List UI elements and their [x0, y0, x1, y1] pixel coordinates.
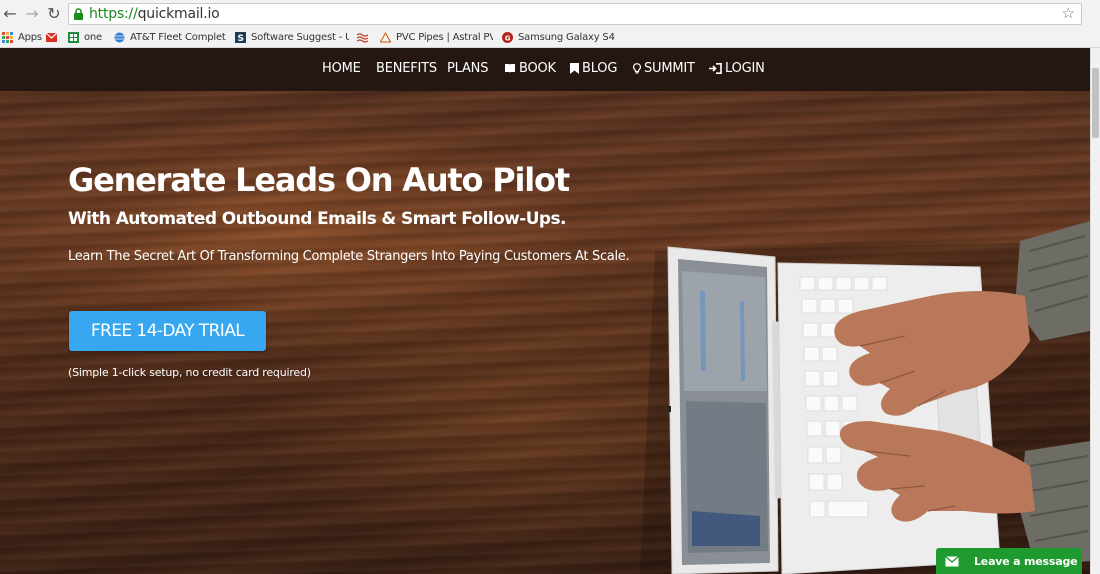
login-icon [709, 63, 722, 74]
address-bar[interactable]: https://quickmail.io ☆ [68, 3, 1082, 25]
apps-grid-icon [2, 32, 13, 43]
scrollbar-thumb[interactable] [1092, 68, 1099, 138]
book-icon [505, 64, 515, 73]
mail-icon [46, 32, 57, 42]
page-scrollbar[interactable] [1090, 48, 1100, 574]
back-icon[interactable]: ← [0, 4, 20, 24]
bookmark-unnamed[interactable] [357, 29, 371, 46]
nav-plans[interactable]: PLANS [447, 61, 488, 76]
hero-section: Generate Leads On Auto Pilot With Automa… [0, 91, 1090, 574]
nav-label: SUMMIT [644, 61, 695, 76]
nav-blog[interactable]: BLOG [570, 61, 617, 76]
bookmark-one[interactable]: one [68, 29, 108, 46]
free-trial-button[interactable]: FREE 14-DAY TRIAL [69, 311, 266, 351]
nav-label: LOGIN [725, 61, 765, 76]
url-text: https://quickmail.io [89, 6, 220, 22]
nav-label: BLOG [582, 61, 618, 76]
bookmark-gmail[interactable] [46, 29, 62, 46]
url-scheme: https:// [89, 6, 138, 22]
globe-icon [114, 32, 125, 43]
nav-label: BENEFITS [376, 61, 437, 76]
svg-text:S: S [238, 34, 244, 43]
lock-icon [74, 8, 83, 20]
samsung-icon: G [502, 32, 513, 43]
envelope-icon [945, 555, 959, 566]
bookmark-label: Software Suggest - Up [251, 32, 349, 43]
bookmark-samsung[interactable]: G Samsung Galaxy S4 re [502, 29, 616, 46]
nav-summit[interactable]: SUMMIT [633, 61, 695, 76]
bookmark-label: AT&T Fleet Complete [130, 32, 226, 43]
site-nav: HOME BENEFITS PLANS BOOK BLOG SUMMIT LOG… [0, 48, 1090, 91]
bookmark-software-suggest[interactable]: S Software Suggest - Up [235, 29, 349, 46]
browser-toolbar: ← → ↻ https://quickmail.io ☆ [0, 0, 1100, 28]
warning-icon [380, 32, 391, 43]
chat-label: Leave a message [974, 554, 1078, 568]
bookmark-star-icon[interactable]: ☆ [1062, 4, 1075, 22]
svg-text:G: G [505, 35, 511, 43]
hero-subtitle: With Automated Outbound Emails & Smart F… [68, 209, 566, 229]
forward-icon[interactable]: → [22, 4, 42, 24]
nav-label: PLANS [447, 61, 489, 76]
lightbulb-icon [633, 62, 641, 73]
software-suggest-icon: S [235, 32, 246, 43]
wave-icon [357, 33, 368, 43]
bookmark-att[interactable]: AT&T Fleet Complete [114, 29, 226, 46]
bookmark-label: PVC Pipes | Astral PVC [396, 32, 493, 43]
bookmark-label: Samsung Galaxy S4 re [518, 32, 616, 43]
bookmarks-bar: Apps one AT&T Fleet Complete S Software … [0, 28, 1100, 47]
leave-message-button[interactable]: Leave a message [936, 548, 1082, 574]
url-host: quickmail.io [137, 6, 220, 22]
bookmark-label: one [84, 32, 103, 43]
nav-book[interactable]: BOOK [504, 61, 556, 76]
hero-title: Generate Leads On Auto Pilot [68, 161, 570, 199]
bookmark-pvc-pipes[interactable]: PVC Pipes | Astral PVC [380, 29, 493, 46]
browser-chrome: ← → ↻ https://quickmail.io ☆ Apps one AT… [0, 0, 1100, 48]
sheet-icon [68, 32, 79, 43]
nav-label: BOOK [519, 61, 556, 76]
nav-login[interactable]: LOGIN [709, 61, 765, 76]
nav-home[interactable]: HOME [322, 61, 361, 76]
nav-benefits[interactable]: BENEFITS [376, 61, 437, 76]
reload-icon[interactable]: ↻ [44, 4, 64, 24]
cta-note: (Simple 1-click setup, no credit card re… [68, 366, 311, 379]
hero-description: Learn The Secret Art Of Transforming Com… [68, 249, 630, 264]
bookmark-icon [570, 63, 579, 74]
bookmark-apps[interactable]: Apps [2, 29, 42, 46]
nav-label: HOME [322, 61, 361, 76]
bookmark-label: Apps [18, 32, 42, 43]
